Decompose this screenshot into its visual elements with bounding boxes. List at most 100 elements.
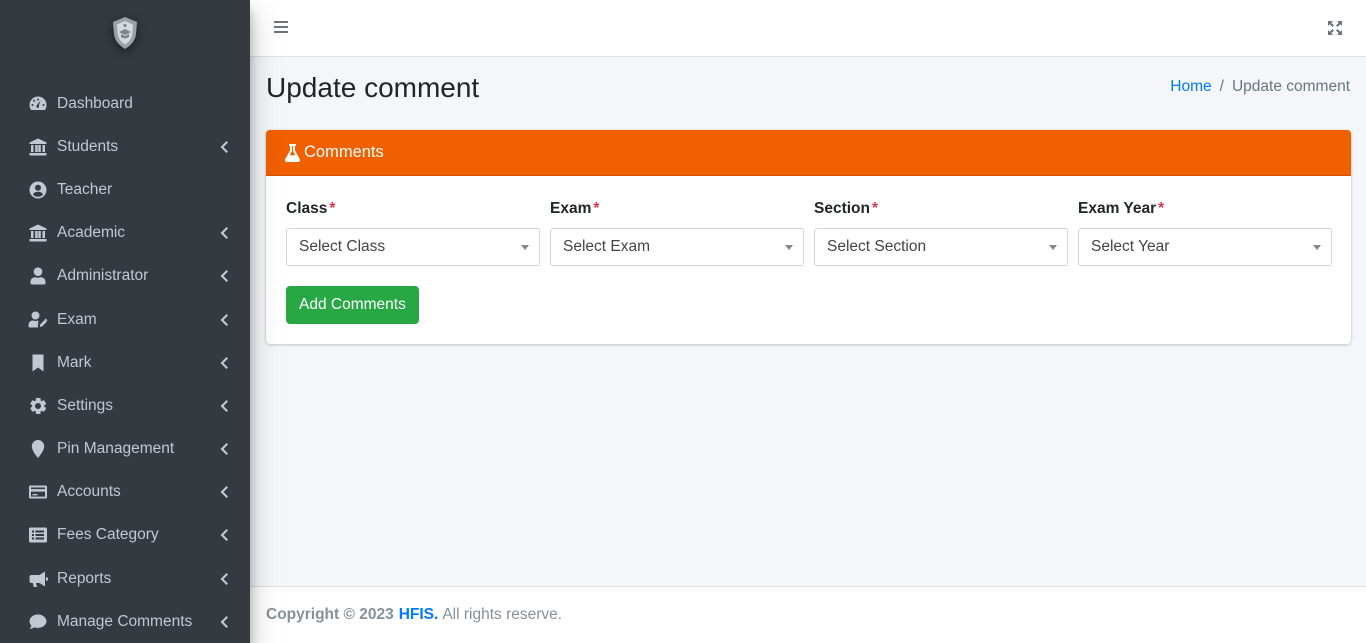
sidebar-item-teacher[interactable]: Teacher [0,168,250,211]
sidebar-item-reports[interactable]: Reports [0,557,250,600]
sidebar: Dashboard Students Teacher Academic Admi… [0,0,250,643]
chevron-left-icon [220,399,228,412]
exam-select[interactable]: Select Exam [550,228,804,266]
footer-rights: All rights reserve. [442,606,563,623]
add-comments-button[interactable]: Add Comments [286,286,419,324]
university-icon [27,223,49,243]
card-header: Comments [266,130,1351,176]
credit-card-icon [27,482,49,502]
chevron-left-icon [220,356,228,369]
chevron-left-icon [220,572,228,585]
sidebar-item-exam[interactable]: Exam [0,298,250,341]
exam-year-select[interactable]: Select Year [1078,228,1332,266]
chevron-left-icon [220,313,228,326]
sidebar-item-label: Teacher [57,180,113,198]
sidebar-item-label: Administrator [57,267,149,285]
university-icon [27,137,49,157]
breadcrumb: Home / Update comment [1170,78,1350,96]
exam-year-select-value: Select Year [1091,238,1170,255]
sidebar-item-accounts[interactable]: Accounts [0,471,250,514]
sidebar-item-label: Pin Management [57,440,175,458]
footer-brand-link[interactable]: HFIS. [399,606,439,624]
footer-copyright: Copyright © 2023 [266,606,394,623]
section-field-group: Section * Select Section [814,198,1068,266]
footer: Copyright © 2023 HFIS. All rights reserv… [250,586,1366,643]
brand[interactable] [0,0,250,70]
sidebar-nav: Dashboard Students Teacher Academic Admi… [0,82,250,643]
sidebar-item-label: Settings [57,396,114,414]
required-marker: * [329,200,336,217]
section-select[interactable]: Select Section [814,228,1068,266]
caret-down-icon [785,245,793,250]
chevron-left-icon [220,615,228,628]
comment-filter-form: Class * Select Class Exam * Select Exam Se… [286,198,1332,266]
sidebar-item-label: Students [57,137,119,155]
exam-year-label: Exam Year * [1078,198,1332,222]
caret-down-icon [521,245,529,250]
chevron-left-icon [220,486,228,499]
exam-year-field-group: Exam Year * Select Year [1078,198,1332,266]
breadcrumb-current: Update comment [1231,78,1350,95]
sidebar-item-label: Dashboard [57,94,133,112]
sidebar-item-label: Fees Category [57,526,159,544]
comments-card: Comments Class * Select Class Exam * Selec… [266,130,1351,344]
top-navbar [250,0,1366,57]
sidebar-item-label: Accounts [57,483,121,501]
caret-down-icon [1313,245,1321,250]
fullscreen-icon[interactable] [1327,20,1343,36]
user-icon [27,266,49,286]
sidebar-item-label: Academic [57,224,126,242]
section-select-value: Select Section [827,238,927,255]
list-alt-icon [27,525,49,545]
caret-down-icon [1049,245,1057,250]
hamburger-menu-icon[interactable] [273,19,289,35]
class-label: Class * [286,198,540,222]
exam-field-group: Exam * Select Exam [550,198,804,266]
page-title: Update comment [266,72,480,103]
breadcrumb-home-link[interactable]: Home [1170,78,1211,96]
section-label: Section * [814,198,1068,222]
chevron-left-icon [220,443,228,456]
class-field-group: Class * Select Class [286,198,540,266]
required-marker: * [1158,200,1165,217]
map-pin-icon [27,439,49,459]
flask-icon [285,143,300,162]
school-logo-icon [113,17,137,49]
sidebar-item-settings[interactable]: Settings [0,384,250,427]
breadcrumb-separator: / [1219,78,1224,95]
section-label-text: Section [814,200,870,217]
sidebar-item-students[interactable]: Students [0,125,250,168]
tachometer-icon [27,94,49,114]
gear-icon [27,396,49,416]
sidebar-item-label: Exam [57,310,97,328]
exam-year-label-text: Exam Year [1078,200,1157,217]
chevron-left-icon [220,140,228,153]
sidebar-item-fees-category[interactable]: Fees Category [0,514,250,557]
required-marker: * [593,200,600,217]
sidebar-item-manage-comments[interactable]: Manage Comments [0,600,250,643]
card-title: Comments [304,143,384,161]
class-select-value: Select Class [299,238,386,255]
sidebar-item-pin-management[interactable]: Pin Management [0,428,250,471]
exam-label-text: Exam [550,200,592,217]
chevron-left-icon [220,529,228,542]
sidebar-item-label: Mark [57,353,92,371]
sidebar-item-dashboard[interactable]: Dashboard [0,82,250,125]
chevron-left-icon [220,270,228,283]
sidebar-item-administrator[interactable]: Administrator [0,255,250,298]
exam-select-value: Select Exam [563,238,651,255]
sidebar-item-label: Manage Comments [57,612,193,630]
user-circle-icon [27,180,49,200]
bookmark-icon [27,353,49,373]
exam-label: Exam * [550,198,804,222]
sidebar-item-label: Reports [57,569,112,587]
chevron-left-icon [220,227,228,240]
class-label-text: Class [286,200,328,217]
user-edit-icon [27,310,49,330]
sidebar-item-academic[interactable]: Academic [0,212,250,255]
comment-icon [27,612,49,632]
sidebar-item-mark[interactable]: Mark [0,341,250,384]
bullhorn-icon [27,569,49,589]
required-marker: * [871,200,879,217]
class-select[interactable]: Select Class [286,228,540,266]
